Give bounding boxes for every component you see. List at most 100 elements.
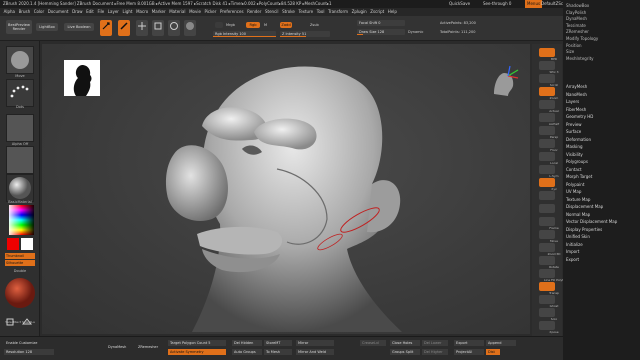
navigation-gizmo[interactable] [486,64,522,100]
rgb-intensity-slider[interactable]: Rgb Intensity 100 [213,31,276,37]
mirror-button[interactable]: Mirror [296,340,334,346]
palette-item-vector-displacement-map[interactable]: Vector Displacement Map [566,219,638,225]
thumbnail-button[interactable]: Thumbnail [5,253,35,259]
del-higher-button[interactable]: Del Higher [422,349,448,355]
project-all-button[interactable]: ProjectAll [454,349,484,355]
palette-item-uv-map[interactable]: UV Map [566,189,638,195]
a-button[interactable] [215,22,223,28]
brush-thumbnail[interactable] [6,46,34,74]
m-toggle[interactable]: M [264,23,267,27]
dynamesh-button[interactable]: DynaMesh [106,344,132,350]
silhouette-button[interactable]: Silhouette [5,260,35,266]
right-tool-move[interactable]: Move [539,230,558,243]
best-preview-render-button[interactable]: BestPreview Render [6,20,32,34]
right-tool-floor[interactable]: Floor [539,139,558,152]
palette-item-arraymesh[interactable]: ArrayMesh [566,84,638,90]
focal-shift-slider[interactable]: Focal Shift 0 [357,20,405,26]
del-lower-button[interactable]: Del Lower [422,340,448,346]
right-tool-persp[interactable]: Persp [539,126,558,139]
stroke-thumbnail[interactable] [6,79,34,107]
menu-file[interactable]: File [97,8,104,16]
resolution-slider[interactable]: Resolution 128 [4,349,54,355]
menus-button[interactable]: Menus [525,0,543,8]
right-tool-xpose[interactable]: Xpose [539,321,559,334]
crease-level-button[interactable]: CreaseLvl [360,340,386,346]
del-hidden-button[interactable]: Del Hidden [232,340,262,346]
menu-texture[interactable]: Texture [298,8,313,16]
palette-item-texture-map[interactable]: Texture Map [566,197,638,203]
right-tool-rotate[interactable]: Rotate [539,256,559,269]
groups-split-button[interactable]: Groups Split [390,349,420,355]
right-tool-blank-11[interactable] [539,191,555,200]
palette-item-export[interactable]: Export [566,257,638,263]
palette-item-masking[interactable]: Masking [566,144,638,150]
close-holes-button[interactable]: Close Holes [390,340,420,346]
right-tool-spix-3[interactable]: SPix 3 [539,61,559,74]
material-thumbnail[interactable] [6,174,34,202]
right-tool-local[interactable]: Local [539,152,558,165]
dynamic-toggle[interactable]: Dynamic [408,30,423,34]
right-tool-transp[interactable]: Transp [539,282,559,295]
right-tool-bpr[interactable]: BPR [539,48,557,61]
right-tool-aahalf[interactable]: AAHalf [539,113,559,126]
palette-item-nanomesh[interactable]: NanoMesh [566,92,638,98]
menu-alpha[interactable]: Alpha [4,8,15,16]
menu-stencil[interactable]: Stencil [265,8,279,16]
menu-render[interactable]: Render [247,8,261,16]
menu-edit[interactable]: Edit [86,8,94,16]
menu-zplugin[interactable]: Zplugin [352,8,367,16]
mirror-and-weld-button[interactable]: Mirror And Weld [296,349,334,355]
palette-item-normal-map[interactable]: Normal Map [566,212,638,218]
menu-draw[interactable]: Draw [72,8,82,16]
menu-layer[interactable]: Layer [108,8,119,16]
palette-item-geometry-hd[interactable]: Geometry HD [566,114,638,120]
palette-item-modify-topology[interactable]: Modify Topology [566,36,638,42]
menu-marker[interactable]: Marker [152,8,166,16]
z-intensity-slider[interactable]: Z Intensity 51 [280,31,330,37]
palette-item-unified-skin[interactable]: Unified Skin [566,234,638,240]
target-polygon-slider[interactable]: Target Polygon Count 5 [168,340,226,346]
right-tool-ghost[interactable]: Ghost [539,295,558,308]
palette-item-deformation[interactable]: Deformation [566,137,638,143]
double-label[interactable]: Double [0,269,40,273]
menu-macro[interactable]: Macro [136,8,148,16]
palette-item-polypaint[interactable]: Polypaint [566,182,638,188]
right-tool-solo[interactable]: Solo [539,308,557,321]
palette-item-zremesher[interactable]: ZRemesher [566,29,638,35]
right-tool-line-fill-polyf[interactable]: Line Fill PolyF [539,269,564,282]
menu-light[interactable]: Light [123,8,133,16]
texture-thumbnail[interactable] [6,146,34,174]
mrgb-toggle[interactable]: Mrgb [226,23,235,27]
palette-item-shadowbox[interactable]: ShadowBox [566,3,638,9]
palette-item-meshintegrity[interactable]: MeshIntegrity [566,56,638,62]
menu-tool[interactable]: Tool [317,8,325,16]
rgb-toggle[interactable]: Rgb [246,22,260,28]
menu-preferences[interactable]: Preferences [220,8,244,16]
palette-item-preview[interactable]: Preview [566,122,638,128]
palette-item-displacement-map[interactable]: Displacement Map [566,204,638,210]
palette-item-polygroups[interactable]: Polygroups [566,159,638,165]
palette-item-tessimate[interactable]: Tessimate [566,23,638,29]
menu-brush[interactable]: Brush [19,8,31,16]
right-tool-zoom3d[interactable]: Zoom3D [539,243,560,256]
see-through-slider[interactable]: See-through 0 [483,0,511,8]
menu-stroke[interactable]: Stroke [282,8,295,16]
menu-help[interactable]: Help [388,8,397,16]
move-button[interactable] [136,20,148,36]
palette-item-contact[interactable]: Contact [566,167,638,173]
zremesher-button[interactable]: ZRemesher [136,344,162,350]
palette-item-morph-target[interactable]: Morph Target [566,174,638,180]
store-mt-button[interactable]: StoreMT [264,340,292,346]
brush-preview[interactable] [4,277,36,309]
menu-material[interactable]: Material [169,8,185,16]
enable-customize-button[interactable]: Enable Customize [4,340,40,346]
quicksave-button[interactable]: QuickSave [449,0,470,8]
lightbox-button[interactable]: LightBox [36,23,58,31]
zsub-toggle[interactable]: Zsub [310,23,319,27]
sculpt-model[interactable] [42,44,530,334]
viewport-canvas[interactable] [42,44,530,334]
to-mesh-button[interactable]: To Mesh [264,349,292,355]
edit-button[interactable] [100,20,112,36]
menu-picker[interactable]: Picker [205,8,217,16]
palette-item-visibility[interactable]: Visibility [566,152,638,158]
